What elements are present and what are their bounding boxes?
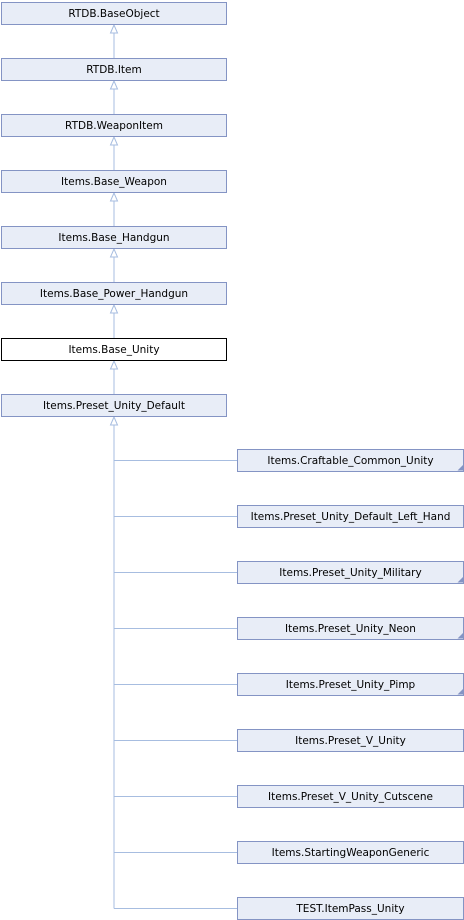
class-node-label: RTDB.Item [86, 64, 141, 76]
class-node-label: RTDB.WeaponItem [65, 120, 163, 132]
inheritance-arrowhead [109, 359, 119, 370]
inheritance-arrowhead [109, 135, 119, 146]
class-node-label: Items.Preset_V_Unity_Cutscene [268, 791, 433, 803]
class-node-items-base-unity[interactable]: Items.Base_Unity [1, 338, 227, 361]
edge-layer [109, 23, 238, 909]
class-node-label: Items.StartingWeaponGeneric [272, 847, 430, 859]
class-node-items-preset-v-unity[interactable]: Items.Preset_V_Unity [237, 729, 464, 752]
class-node-items-base-weapon[interactable]: Items.Base_Weapon [1, 170, 227, 193]
class-node-items-preset-unity-pimp[interactable]: Items.Preset_Unity_Pimp [237, 673, 464, 696]
class-node-label: Items.Base_Power_Handgun [40, 288, 188, 300]
class-node-label: Items.Base_Weapon [61, 176, 167, 188]
class-node-items-craftable-common-unity[interactable]: Items.Craftable_Common_Unity [237, 449, 464, 472]
class-node-items-base-handgun[interactable]: Items.Base_Handgun [1, 226, 227, 249]
class-node-label: TEST.ItemPass_Unity [295, 903, 404, 915]
class-node-rtdb-item[interactable]: RTDB.Item [1, 58, 227, 81]
class-node-label: Items.Preset_Unity_Neon [285, 623, 416, 635]
class-node-rtdb-baseobject[interactable]: RTDB.BaseObject [1, 2, 227, 25]
class-node-items-preset-unity-default[interactable]: Items.Preset_Unity_Default [1, 394, 227, 417]
class-node-label: Items.Preset_Unity_Military [279, 567, 421, 579]
inheritance-arrowhead [109, 303, 119, 314]
class-node-label: Items.Preset_V_Unity [295, 735, 406, 747]
inheritance-diagram: RTDB.BaseObject RTDB.Item RTDB.WeaponItem I… [1, 2, 464, 920]
class-node-rtdb-weaponitem[interactable]: RTDB.WeaponItem [1, 114, 227, 137]
class-node-label: Items.Base_Unity [68, 344, 159, 356]
class-node-items-preset-unity-neon[interactable]: Items.Preset_Unity_Neon [237, 617, 464, 640]
inheritance-arrowhead [109, 415, 119, 426]
class-node-label: Items.Base_Handgun [58, 232, 169, 244]
class-node-items-preset-v-unity-cutscene[interactable]: Items.Preset_V_Unity_Cutscene [237, 785, 464, 808]
class-node-label: Items.Craftable_Common_Unity [267, 455, 433, 467]
inheritance-arrowhead [109, 23, 119, 34]
inheritance-arrowhead [109, 247, 119, 258]
class-node-items-startingweapongeneric[interactable]: Items.StartingWeaponGeneric [237, 841, 464, 864]
class-node-label: Items.Preset_Unity_Pimp [286, 679, 416, 691]
class-node-items-base-power-handgun[interactable]: Items.Base_Power_Handgun [1, 282, 227, 305]
inheritance-arrowhead [109, 191, 119, 202]
class-node-items-preset-unity-military[interactable]: Items.Preset_Unity_Military [237, 561, 464, 584]
class-node-test-itempass-unity[interactable]: TEST.ItemPass_Unity [237, 897, 464, 920]
class-node-label: Items.Preset_Unity_Default_Left_Hand [251, 511, 451, 523]
class-node-label: Items.Preset_Unity_Default [43, 400, 185, 412]
inheritance-arrowhead [109, 79, 119, 90]
class-node-items-preset-unity-default-left-hand[interactable]: Items.Preset_Unity_Default_Left_Hand [237, 505, 464, 528]
class-node-label: RTDB.BaseObject [68, 8, 159, 20]
